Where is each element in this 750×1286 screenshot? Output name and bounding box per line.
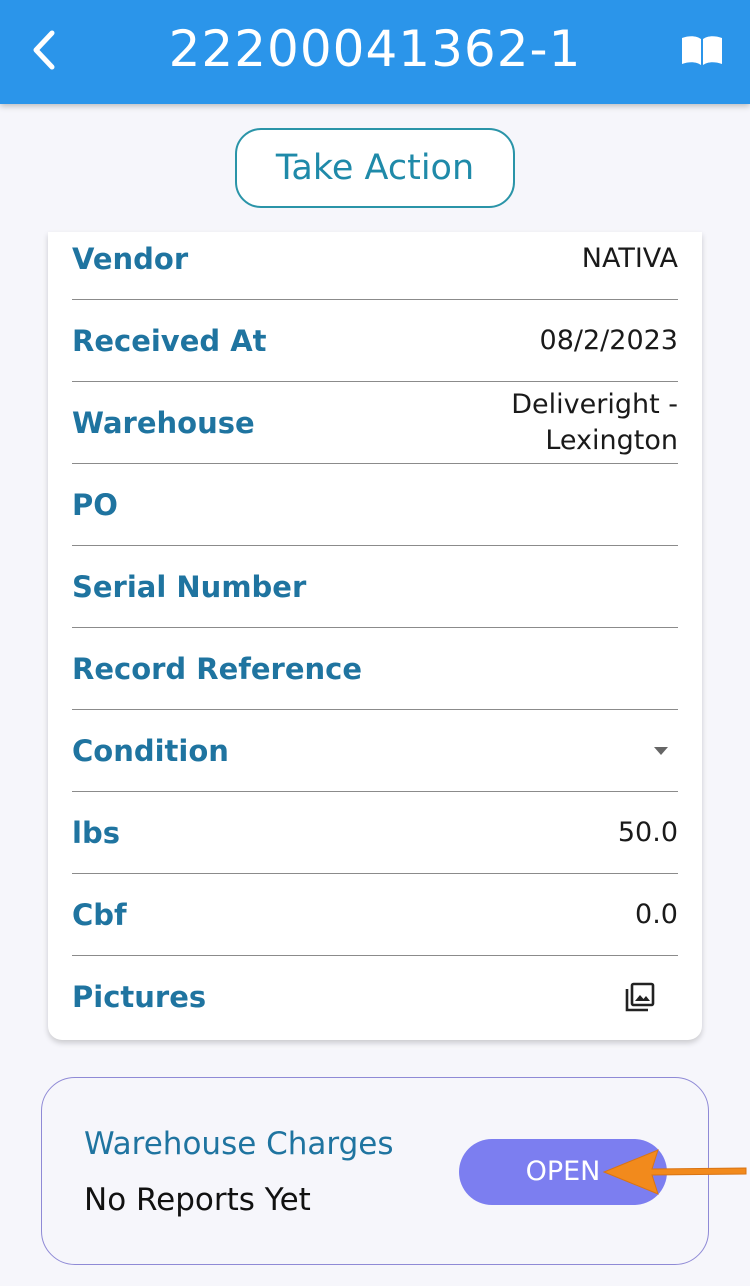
row-label: Record Reference (72, 651, 363, 686)
row-warehouse: Warehouse Deliveright - Lexington (72, 382, 678, 464)
row-label: Condition (72, 733, 229, 768)
row-value: NATIVA (581, 242, 678, 274)
book-button[interactable] (678, 30, 726, 70)
row-condition[interactable]: Condition (72, 710, 678, 792)
row-po[interactable]: PO (72, 464, 678, 546)
row-serial-number[interactable]: Serial Number (72, 546, 678, 628)
details-card: Vendor NATIVA Received At 08/2/2023 Ware… (48, 232, 702, 1040)
take-action-button[interactable]: Take Action (235, 128, 515, 208)
row-label: Cbf (72, 897, 127, 932)
row-label: Pictures (72, 980, 207, 1014)
row-label: Vendor (72, 241, 189, 276)
caret-down-icon[interactable] (654, 746, 668, 755)
row-label: lbs (72, 815, 120, 850)
row-lbs: lbs 50.0 (72, 792, 678, 874)
row-pictures: Pictures (72, 956, 678, 1038)
row-label: Received At (72, 323, 267, 358)
warehouse-charges-title: Warehouse Charges (84, 1126, 394, 1162)
warehouse-charges-status: No Reports Yet (84, 1182, 311, 1218)
row-label: Serial Number (72, 569, 307, 604)
page-title: 22200041362-1 (168, 20, 582, 78)
row-label: PO (72, 487, 118, 522)
row-value: 08/2/2023 (539, 324, 678, 356)
app-bar: 22200041362-1 (0, 0, 750, 104)
photo-library-icon[interactable] (624, 981, 656, 1013)
row-record-reference[interactable]: Record Reference (72, 628, 678, 710)
arrow-pointer-icon (602, 1149, 747, 1195)
row-vendor: Vendor NATIVA (72, 218, 678, 300)
book-icon (682, 36, 722, 65)
row-label: Warehouse (72, 405, 255, 440)
row-cbf: Cbf 0.0 (72, 874, 678, 956)
row-value: 0.0 (635, 898, 678, 930)
row-value: Deliveright - Lexington (511, 388, 678, 456)
row-received-at: Received At 08/2/2023 (72, 300, 678, 382)
row-value: 50.0 (617, 816, 678, 848)
